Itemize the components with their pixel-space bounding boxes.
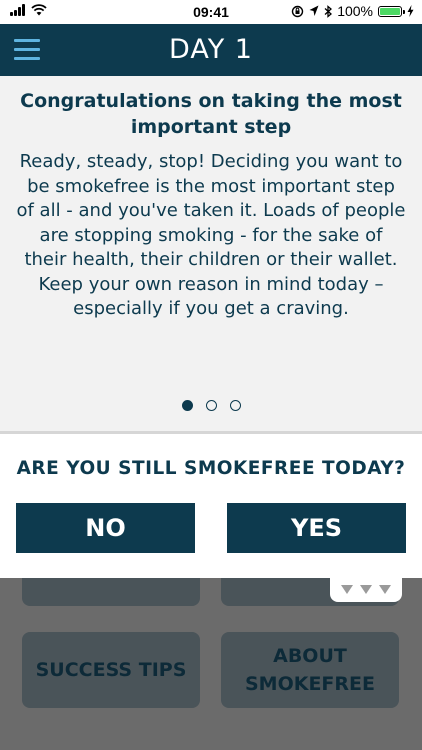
status-bar: 09:41 100% [0,0,422,24]
battery-percent: 100% [337,3,373,19]
status-right: 100% [291,3,414,19]
battery-icon [378,5,405,17]
no-button[interactable]: NO [16,503,195,553]
location-icon [309,5,319,16]
page-dot-2[interactable] [205,400,217,411]
message-card: Congratulations on taking the most impor… [0,76,422,431]
question-panel: ARE YOU STILL SMOKEFREE TODAY? NO YES [0,434,422,578]
card-body: Ready, steady, stop! Deciding you want t… [16,151,406,319]
about-smokefree-tile[interactable]: ABOUT SMOKEFREE [221,632,399,708]
page-indicator [0,400,422,411]
success-tips-tile[interactable]: SUCCESS TIPS [22,632,200,708]
chevron-down-icon [360,584,372,594]
yes-button[interactable]: YES [227,503,406,553]
page-dot-1[interactable] [181,400,193,411]
page-title: DAY 1 [169,34,253,65]
charging-icon [407,5,414,17]
orientation-lock-icon [291,5,304,17]
chevron-down-icon [379,584,391,594]
card-heading: Congratulations on taking the most impor… [20,90,402,138]
question-text: ARE YOU STILL SMOKEFREE TODAY? [16,458,406,479]
nav-bar: DAY 1 [0,24,422,76]
page-dot-3[interactable] [229,400,241,411]
bluetooth-icon [324,4,333,18]
chevron-down-icon [341,584,353,594]
expand-tab[interactable] [330,576,402,602]
